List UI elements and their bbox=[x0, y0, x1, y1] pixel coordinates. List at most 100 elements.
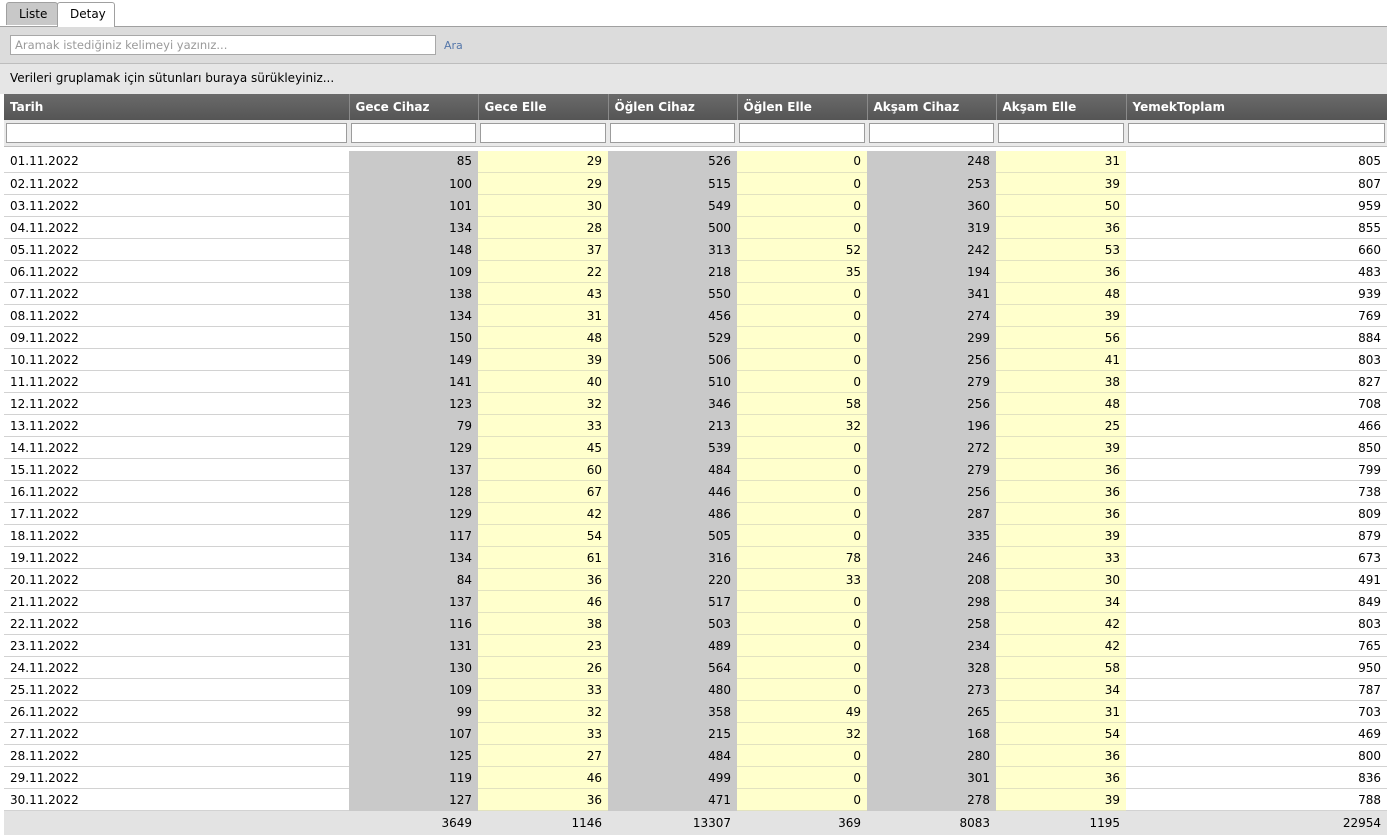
cell-gece-elle: 33 bbox=[478, 678, 608, 701]
cell-oglen-cihaz: 564 bbox=[608, 656, 737, 679]
filter-input-aksam-elle[interactable] bbox=[998, 122, 1124, 143]
filter-input-aksam-cihaz[interactable] bbox=[869, 122, 994, 143]
table-row[interactable]: 10.11.2022 149 39 506 0 256 41 803 bbox=[4, 348, 1387, 371]
total-cell: 369 bbox=[737, 810, 867, 835]
table-row[interactable]: 21.11.2022 137 46 517 0 298 34 849 bbox=[4, 590, 1387, 613]
table-row[interactable]: 27.11.2022 107 33 215 32 168 54 469 bbox=[4, 722, 1387, 745]
cell-aksam-cihaz: 272 bbox=[867, 436, 996, 459]
column-header-oglen-cihaz[interactable]: Öğlen Cihaz bbox=[608, 94, 738, 120]
table-row[interactable]: 01.11.2022 85 29 526 0 248 31 805 bbox=[4, 150, 1387, 173]
cell-tarih: 19.11.2022 bbox=[4, 546, 349, 569]
table-row[interactable]: 18.11.2022 117 54 505 0 335 39 879 bbox=[4, 524, 1387, 547]
cell-aksam-elle: 36 bbox=[996, 260, 1126, 283]
table-row[interactable]: 26.11.2022 99 32 358 49 265 31 703 bbox=[4, 700, 1387, 723]
table-row[interactable]: 07.11.2022 138 43 550 0 341 48 939 bbox=[4, 282, 1387, 305]
cell-oglen-cihaz: 503 bbox=[608, 612, 737, 635]
cell-aksam-elle: 48 bbox=[996, 392, 1126, 415]
cell-tarih: 20.11.2022 bbox=[4, 568, 349, 591]
table-row[interactable]: 03.11.2022 101 30 549 0 360 50 959 bbox=[4, 194, 1387, 217]
table-row[interactable]: 06.11.2022 109 22 218 35 194 36 483 bbox=[4, 260, 1387, 283]
cell-tarih: 09.11.2022 bbox=[4, 326, 349, 349]
table-row[interactable]: 24.11.2022 130 26 564 0 328 58 950 bbox=[4, 656, 1387, 679]
filter-input-yemek-toplam[interactable] bbox=[1128, 122, 1385, 143]
cell-yemek-toplam: 950 bbox=[1126, 656, 1387, 679]
cell-aksam-elle: 33 bbox=[996, 546, 1126, 569]
filter-input-oglen-elle[interactable] bbox=[739, 122, 865, 143]
tab-liste[interactable]: Liste bbox=[6, 2, 58, 25]
cell-aksam-elle: 41 bbox=[996, 348, 1126, 371]
cell-oglen-elle: 35 bbox=[737, 260, 867, 283]
cell-aksam-cihaz: 279 bbox=[867, 458, 996, 481]
filter-input-tarih[interactable] bbox=[6, 122, 347, 143]
table-row[interactable]: 22.11.2022 116 38 503 0 258 42 803 bbox=[4, 612, 1387, 635]
table-row[interactable]: 02.11.2022 100 29 515 0 253 39 807 bbox=[4, 172, 1387, 195]
column-header-oglen-elle[interactable]: Öğlen Elle bbox=[737, 94, 868, 120]
column-header-aksam-elle[interactable]: Akşam Elle bbox=[996, 94, 1127, 120]
table-row[interactable]: 14.11.2022 129 45 539 0 272 39 850 bbox=[4, 436, 1387, 459]
table-row[interactable]: 23.11.2022 131 23 489 0 234 42 765 bbox=[4, 634, 1387, 657]
tab-detay[interactable]: Detay bbox=[57, 2, 115, 27]
table-row[interactable]: 30.11.2022 127 36 471 0 278 39 788 bbox=[4, 788, 1387, 811]
table-row[interactable]: 28.11.2022 125 27 484 0 280 36 800 bbox=[4, 744, 1387, 767]
table-row[interactable]: 29.11.2022 119 46 499 0 301 36 836 bbox=[4, 766, 1387, 789]
cell-gece-elle: 60 bbox=[478, 458, 608, 481]
cell-tarih: 04.11.2022 bbox=[4, 216, 349, 239]
cell-gece-cihaz: 109 bbox=[349, 678, 478, 701]
cell-tarih: 15.11.2022 bbox=[4, 458, 349, 481]
cell-aksam-elle: 50 bbox=[996, 194, 1126, 217]
cell-yemek-toplam: 799 bbox=[1126, 458, 1387, 481]
column-header-gece-elle[interactable]: Gece Elle bbox=[478, 94, 609, 120]
column-header-aksam-cihaz[interactable]: Akşam Cihaz bbox=[867, 94, 997, 120]
table-row[interactable]: 17.11.2022 129 42 486 0 287 36 809 bbox=[4, 502, 1387, 525]
cell-yemek-toplam: 850 bbox=[1126, 436, 1387, 459]
cell-oglen-cihaz: 517 bbox=[608, 590, 737, 613]
table-row[interactable]: 05.11.2022 148 37 313 52 242 53 660 bbox=[4, 238, 1387, 261]
cell-tarih: 28.11.2022 bbox=[4, 744, 349, 767]
filter-input-gece-elle[interactable] bbox=[480, 122, 606, 143]
cell-gece-cihaz: 100 bbox=[349, 172, 478, 195]
table-row[interactable]: 04.11.2022 134 28 500 0 319 36 855 bbox=[4, 216, 1387, 239]
table-row[interactable]: 25.11.2022 109 33 480 0 273 34 787 bbox=[4, 678, 1387, 701]
cell-aksam-cihaz: 341 bbox=[867, 282, 996, 305]
cell-gece-cihaz: 127 bbox=[349, 788, 478, 811]
cell-aksam-cihaz: 242 bbox=[867, 238, 996, 261]
table-row[interactable]: 09.11.2022 150 48 529 0 299 56 884 bbox=[4, 326, 1387, 349]
cell-gece-cihaz: 141 bbox=[349, 370, 478, 393]
cell-tarih: 26.11.2022 bbox=[4, 700, 349, 723]
cell-yemek-toplam: 483 bbox=[1126, 260, 1387, 283]
cell-oglen-cihaz: 213 bbox=[608, 414, 737, 437]
column-header-gece-cihaz[interactable]: Gece Cihaz bbox=[349, 94, 479, 120]
table-row[interactable]: 15.11.2022 137 60 484 0 279 36 799 bbox=[4, 458, 1387, 481]
cell-yemek-toplam: 959 bbox=[1126, 194, 1387, 217]
cell-aksam-elle: 56 bbox=[996, 326, 1126, 349]
column-header-tarih[interactable]: Tarih bbox=[4, 94, 350, 120]
filter-input-oglen-cihaz[interactable] bbox=[610, 122, 735, 143]
cell-gece-elle: 36 bbox=[478, 568, 608, 591]
cell-yemek-toplam: 466 bbox=[1126, 414, 1387, 437]
table-row[interactable]: 12.11.2022 123 32 346 58 256 48 708 bbox=[4, 392, 1387, 415]
cell-aksam-cihaz: 274 bbox=[867, 304, 996, 327]
cell-tarih: 10.11.2022 bbox=[4, 348, 349, 371]
cell-oglen-elle: 0 bbox=[737, 326, 867, 349]
cell-yemek-toplam: 855 bbox=[1126, 216, 1387, 239]
table-row[interactable]: 11.11.2022 141 40 510 0 279 38 827 bbox=[4, 370, 1387, 393]
cell-tarih: 05.11.2022 bbox=[4, 238, 349, 261]
cell-oglen-elle: 32 bbox=[737, 414, 867, 437]
search-button[interactable]: Ara bbox=[444, 39, 463, 52]
table-row[interactable]: 08.11.2022 134 31 456 0 274 39 769 bbox=[4, 304, 1387, 327]
cell-aksam-cihaz: 360 bbox=[867, 194, 996, 217]
table-row[interactable]: 20.11.2022 84 36 220 33 208 30 491 bbox=[4, 568, 1387, 591]
table-row[interactable]: 13.11.2022 79 33 213 32 196 25 466 bbox=[4, 414, 1387, 437]
cell-gece-elle: 46 bbox=[478, 766, 608, 789]
group-panel[interactable]: Verileri gruplamak için sütunları buraya… bbox=[0, 64, 1387, 94]
cell-oglen-cihaz: 346 bbox=[608, 392, 737, 415]
filter-input-gece-cihaz[interactable] bbox=[351, 122, 476, 143]
cell-gece-elle: 33 bbox=[478, 722, 608, 745]
grid-body: 01.11.2022 85 29 526 0 248 31 805 02.11.2022 100 2… bbox=[4, 150, 1387, 811]
table-row[interactable]: 16.11.2022 128 67 446 0 256 36 738 bbox=[4, 480, 1387, 503]
table-row[interactable]: 19.11.2022 134 61 316 78 246 33 673 bbox=[4, 546, 1387, 569]
column-header-yemek-toplam[interactable]: YemekToplam bbox=[1126, 94, 1387, 120]
totals-row: 3649 1146 13307 369 8083 1195 22954 bbox=[4, 810, 1387, 835]
search-input[interactable] bbox=[10, 35, 436, 55]
cell-gece-cihaz: 107 bbox=[349, 722, 478, 745]
